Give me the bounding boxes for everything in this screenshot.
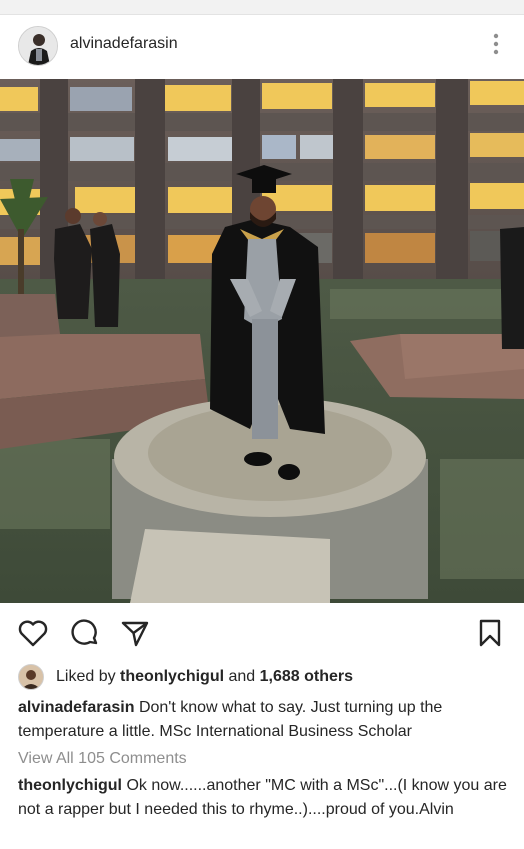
caption-username[interactable]: alvinadefarasin [18, 699, 135, 716]
liked-by-and: and [228, 668, 256, 685]
post-username[interactable]: alvinadefarasin [70, 35, 178, 53]
liked-by-prefix: Liked by [56, 668, 116, 685]
user-avatar[interactable] [18, 26, 58, 66]
post-caption: alvinadefarasin Don't know what to say. … [18, 696, 508, 744]
likes-row: Liked by theonlychigul and 1,688 others [18, 664, 353, 690]
more-vertical-icon[interactable] [492, 32, 500, 56]
post-actions [0, 603, 524, 661]
top-divider [0, 0, 524, 15]
bookmark-icon[interactable] [474, 617, 506, 649]
view-all-comments-link[interactable]: View All 105 Comments [18, 750, 187, 768]
likes-count[interactable]: 1,688 others [260, 668, 353, 686]
comment-username[interactable]: theonlychigul [18, 777, 122, 794]
liker-avatar[interactable] [18, 664, 44, 690]
post-header: alvinadefarasin [0, 15, 524, 79]
post-photo[interactable] [0, 79, 524, 603]
heart-icon[interactable] [17, 617, 49, 649]
paper-plane-icon[interactable] [119, 617, 151, 649]
liked-by-user[interactable]: theonlychigul [120, 668, 224, 686]
comment-bubble-icon[interactable] [69, 617, 101, 649]
avatar-image [19, 27, 57, 65]
comment-item: theonlychigul Ok now......another "MC wi… [18, 774, 510, 822]
